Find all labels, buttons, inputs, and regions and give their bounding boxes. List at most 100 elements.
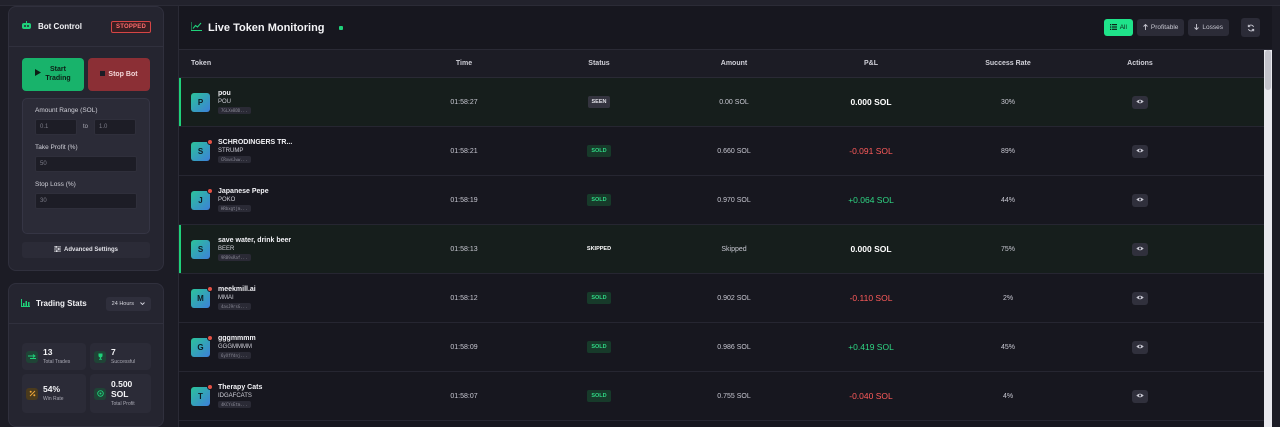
view-button[interactable] xyxy=(1132,291,1148,305)
token-address[interactable]: 9RB9xRaf... xyxy=(218,254,251,261)
refresh-button[interactable] xyxy=(1241,18,1260,37)
table-row[interactable]: J Japanese Pepe POKO HRbxgtjm... 01:58:1… xyxy=(179,176,1272,225)
table-scrollbar[interactable] xyxy=(1264,50,1272,427)
token-address[interactable]: 6yXfYdnj... xyxy=(218,352,251,359)
scrollbar-thumb[interactable] xyxy=(1265,50,1271,90)
eye-icon xyxy=(1136,197,1144,204)
token-cell: P pou POU 7GLXeBDD... xyxy=(179,90,401,114)
token-address[interactable]: 7GLXeBDD... xyxy=(218,107,251,114)
trading-stats-panel: Trading Stats 24 Hours 13 Total Trades 7S… xyxy=(8,283,164,427)
token-address[interactable]: CRxwsJww... xyxy=(218,156,251,163)
view-button[interactable] xyxy=(1132,389,1148,403)
avatar-letter: J xyxy=(198,195,203,205)
avatar-letter: S xyxy=(197,146,204,156)
token-avatar: S xyxy=(191,239,210,259)
stop-bot-button[interactable]: Stop Bot xyxy=(88,58,150,91)
col-amount: Amount xyxy=(720,60,748,67)
token-info: J Japanese Pepe POKO HRbxgtjm... xyxy=(191,187,401,212)
total-profit-value: 0.500 SOL xyxy=(111,379,135,400)
alert-dot xyxy=(207,383,213,390)
bot-buttons: Start Trading Stop Bot xyxy=(9,47,163,91)
row-time: 01:58:27 xyxy=(450,98,478,106)
row-pnl: 0.000 SOL xyxy=(850,97,892,107)
view-button[interactable] xyxy=(1132,242,1148,256)
start-trading-label: Start Trading xyxy=(45,66,70,82)
bot-control-panel: Bot Control STOPPED Start Trading Stop Bo… xyxy=(8,6,164,271)
row-pnl: -0.110 SOL xyxy=(849,293,893,303)
row-pnl: -0.091 SOL xyxy=(849,146,893,156)
filter-losses-button[interactable]: Losses xyxy=(1188,19,1229,36)
token-avatar: G xyxy=(191,334,213,357)
avatar-letter: S xyxy=(197,244,204,254)
amount-range: 0.1 to 1.0 xyxy=(35,119,137,135)
table-row[interactable]: T Therapy Cats IDGAFCATS 4KCYsEtm... 01:… xyxy=(179,372,1272,421)
token-address[interactable]: HRbxgtjm... xyxy=(218,205,251,212)
period-value: 24 Hours xyxy=(111,300,134,307)
table-row[interactable]: S save water, drink beer BEER 9RB9xRaf..… xyxy=(179,225,1272,274)
actions-cell xyxy=(1071,389,1209,403)
alert-dot xyxy=(207,334,213,341)
token-avatar: P xyxy=(191,92,210,112)
range-separator: to xyxy=(83,124,89,130)
avatar-letter: T xyxy=(198,391,203,401)
table-header: Token Time Status Amount P&L Success Rat… xyxy=(179,50,1272,78)
bot-control-title-text: Bot Control xyxy=(38,22,82,31)
table-row[interactable]: S SCHRODINGERS TR... STRUMP CRxwsJww... … xyxy=(179,127,1272,176)
advanced-settings-button[interactable]: Advanced Settings xyxy=(22,242,150,258)
chevron-down-icon xyxy=(140,301,145,307)
col-pnl: P&L xyxy=(864,60,878,67)
table-row[interactable]: G gggmmmm GGGMMMM 6yXfYdnj... 01:58:09 S… xyxy=(179,323,1272,372)
row-pnl: -0.040 SOL xyxy=(849,391,893,401)
token-address[interactable]: 4KCYsEtm... xyxy=(218,401,251,408)
status-badge: SOLD xyxy=(587,292,611,304)
take-profit-input[interactable]: 50 xyxy=(35,156,137,172)
row-time: 01:58:12 xyxy=(450,294,478,302)
amount-max-input[interactable]: 1.0 xyxy=(94,119,137,135)
row-time: 01:58:21 xyxy=(450,147,478,155)
view-button[interactable] xyxy=(1132,95,1148,109)
token-info: T Therapy Cats IDGAFCATS 4KCYsEtm... xyxy=(191,383,401,408)
filter-all-label: All xyxy=(1119,24,1127,31)
start-trading-button[interactable]: Start Trading xyxy=(22,58,84,91)
alert-dot xyxy=(207,187,213,194)
row-success-rate: 45% xyxy=(1000,343,1015,351)
percent-icon xyxy=(26,387,38,400)
stop-loss-input[interactable]: 30 xyxy=(35,193,137,209)
eye-icon xyxy=(1136,393,1144,400)
row-success-rate: 2% xyxy=(1002,294,1014,302)
token-text: gggmmmm GGGMMMM 6yXfYdnj... xyxy=(218,335,256,359)
token-name: SCHRODINGERS TR... xyxy=(218,139,293,146)
token-avatar: S xyxy=(191,138,213,161)
token-address[interactable]: 4asJ9rsG... xyxy=(218,303,251,310)
token-info: P pou POU 7GLXeBDD... xyxy=(191,90,401,114)
view-button[interactable] xyxy=(1132,193,1148,207)
col-success-rate: Success Rate xyxy=(985,60,1031,67)
status-badge: SOLD xyxy=(587,194,611,206)
start-label-line1: Start xyxy=(50,66,66,74)
actions-cell xyxy=(1071,144,1209,158)
pnl-cell: 0.000 SOL xyxy=(797,244,945,254)
row-amount: 0.755 SOL xyxy=(717,392,751,400)
table-row[interactable]: P pou POU 7GLXeBDD... 01:58:27 SEEN 0.00… xyxy=(179,78,1272,127)
filter-all-button[interactable]: All xyxy=(1103,19,1133,36)
eye-icon xyxy=(1136,99,1144,106)
amount-min-input[interactable]: 0.1 xyxy=(35,119,77,135)
successful-value: 7 xyxy=(111,347,116,358)
token-symbol: MMAI xyxy=(218,295,234,301)
trading-stats-title: Trading Stats xyxy=(21,298,87,309)
table-row[interactable]: M meekmill.ai MMAI 4asJ9rsG... 01:58:12 … xyxy=(179,274,1272,323)
token-info: S save water, drink beer BEER 9RB9xRaf..… xyxy=(191,237,401,261)
period-select[interactable]: 24 Hours xyxy=(105,296,151,311)
filter-profitable-button[interactable]: Profitable xyxy=(1136,19,1185,36)
view-button[interactable] xyxy=(1132,340,1148,354)
trend-up-icon xyxy=(190,21,202,34)
status-cell: SOLD xyxy=(527,145,671,157)
pnl-cell: +0.064 SOL xyxy=(797,195,945,205)
row-pnl: +0.064 SOL xyxy=(848,195,894,205)
token-cell: S SCHRODINGERS TR... STRUMP CRxwsJww... xyxy=(179,138,401,163)
actions-cell xyxy=(1071,193,1209,207)
token-symbol: STRUMP xyxy=(218,148,244,154)
view-button[interactable] xyxy=(1132,144,1148,158)
col-time: Time xyxy=(455,60,473,67)
token-avatar: J xyxy=(191,187,213,210)
